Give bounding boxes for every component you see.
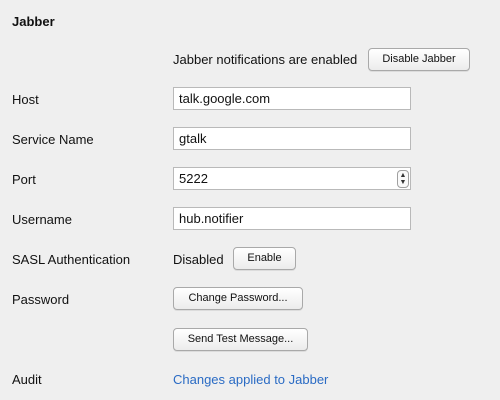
port-stepper-icon[interactable]: ▲ ▼	[397, 170, 409, 188]
send-test-message-button[interactable]: Send Test Message...	[173, 328, 308, 351]
audit-label: Audit	[12, 372, 42, 387]
sasl-status: Disabled	[173, 252, 224, 267]
service-name-input[interactable]	[173, 127, 411, 150]
chevron-down-icon[interactable]: ▼	[400, 179, 407, 186]
change-password-button[interactable]: Change Password...	[173, 287, 303, 310]
chevron-up-icon[interactable]: ▲	[400, 172, 407, 179]
username-label: Username	[12, 212, 72, 227]
notification-status-text: Jabber notifications are enabled	[173, 52, 358, 67]
password-label: Password	[12, 292, 70, 307]
enable-sasl-button[interactable]: Enable	[233, 247, 296, 270]
host-input[interactable]	[173, 87, 411, 110]
sasl-label: SASL Authentication	[12, 252, 131, 267]
service-name-label: Service Name	[12, 132, 94, 147]
port-input[interactable]	[173, 167, 411, 190]
port-label: Port	[12, 172, 36, 187]
section-title: Jabber	[12, 14, 55, 29]
audit-link[interactable]: Changes applied to Jabber	[173, 372, 328, 387]
disable-jabber-button[interactable]: Disable Jabber	[368, 48, 470, 71]
host-label: Host	[12, 92, 39, 107]
username-input[interactable]	[173, 207, 411, 230]
